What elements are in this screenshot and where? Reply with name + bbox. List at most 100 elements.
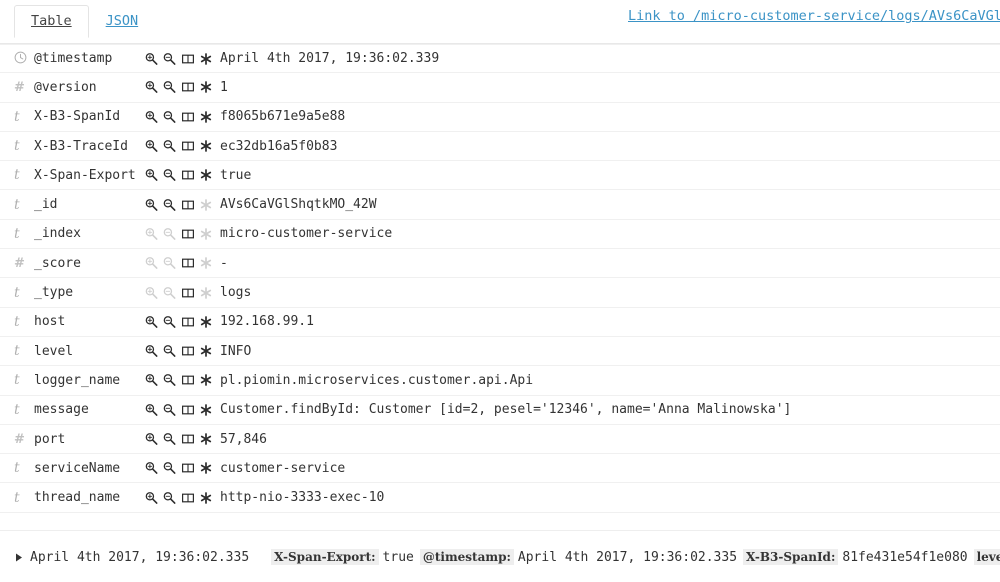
exists-filter-icon — [198, 226, 213, 241]
field-value: true — [220, 167, 252, 183]
document-permalink[interactable]: Link to /micro-customer-service/logs/AVs… — [628, 7, 1000, 25]
toggle-column-icon[interactable] — [180, 285, 195, 300]
field-value: INFO — [220, 343, 252, 359]
field-value: - — [220, 255, 228, 271]
summary-field-value: April 4th 2017, 19:36:02.335 — [517, 550, 738, 565]
string-icon: t — [14, 167, 20, 184]
zoom-in-icon[interactable] — [144, 168, 159, 183]
caret-right-icon[interactable] — [8, 553, 30, 562]
zoom-in-icon[interactable] — [144, 344, 159, 359]
exists-filter-icon[interactable] — [198, 461, 213, 476]
zoom-in-icon — [144, 226, 159, 241]
exists-filter-icon[interactable] — [198, 432, 213, 447]
zoom-out-icon[interactable] — [162, 109, 177, 124]
toggle-column-icon[interactable] — [180, 109, 195, 124]
document-summary-bar: April 4th 2017, 19:36:02.335 X-Span-Expo… — [0, 530, 1000, 582]
hash-icon: # — [14, 79, 25, 95]
zoom-out-icon[interactable] — [162, 490, 177, 505]
exists-filter-icon[interactable] — [198, 109, 213, 124]
field-actions — [144, 256, 220, 271]
zoom-out-icon[interactable] — [162, 314, 177, 329]
tab-table[interactable]: Table — [14, 5, 89, 38]
field-value: http-nio-3333-exec-10 — [220, 490, 385, 506]
table-row: t host 192.168.99.1 — [0, 308, 1000, 337]
exists-filter-icon[interactable] — [198, 168, 213, 183]
toggle-column-icon[interactable] — [180, 344, 195, 359]
exists-filter-icon[interactable] — [198, 80, 213, 95]
exists-filter-icon[interactable] — [198, 490, 213, 505]
exists-filter-icon — [198, 256, 213, 271]
zoom-in-icon[interactable] — [144, 80, 159, 95]
tab-json[interactable]: JSON — [89, 5, 156, 37]
table-row: t _index micro-customer-service — [0, 220, 1000, 250]
field-value: pl.piomin.microservices.customer.api.Api — [220, 372, 534, 388]
string-icon: t — [14, 284, 20, 301]
field-value: customer-service — [220, 460, 346, 476]
toggle-column-icon[interactable] — [180, 432, 195, 447]
exists-filter-icon[interactable] — [198, 344, 213, 359]
field-table: @timestamp April 4th 2017, 19:36:02.339 # @… — [0, 44, 1000, 513]
zoom-out-icon[interactable] — [162, 139, 177, 154]
zoom-in-icon[interactable] — [144, 373, 159, 388]
exists-filter-icon[interactable] — [198, 51, 213, 66]
zoom-out-icon[interactable] — [162, 51, 177, 66]
toggle-column-icon[interactable] — [180, 490, 195, 505]
zoom-out-icon[interactable] — [162, 168, 177, 183]
string-icon: t — [14, 138, 20, 155]
clock-icon — [0, 51, 34, 67]
zoom-in-icon[interactable] — [144, 432, 159, 447]
table-row: t message Customer.findById: Customer [id=… — [0, 396, 1000, 425]
zoom-out-icon[interactable] — [162, 80, 177, 95]
hash-icon: # — [14, 431, 25, 447]
zoom-in-icon[interactable] — [144, 139, 159, 154]
field-value: logs — [220, 285, 252, 301]
field-name: _id — [34, 197, 58, 213]
field-actions — [144, 490, 220, 505]
zoom-in-icon[interactable] — [144, 461, 159, 476]
zoom-in-icon[interactable] — [144, 197, 159, 212]
zoom-in-icon[interactable] — [144, 51, 159, 66]
field-actions — [144, 373, 220, 388]
zoom-out-icon[interactable] — [162, 461, 177, 476]
table-row[interactable]: April 4th 2017, 19:36:02.335 X-Span-Expo… — [0, 531, 1000, 582]
zoom-out-icon[interactable] — [162, 373, 177, 388]
toggle-column-icon[interactable] — [180, 197, 195, 212]
zoom-out-icon[interactable] — [162, 402, 177, 417]
toggle-column-icon[interactable] — [180, 256, 195, 271]
exists-filter-icon[interactable] — [198, 139, 213, 154]
toggle-column-icon[interactable] — [180, 51, 195, 66]
zoom-out-icon[interactable] — [162, 197, 177, 212]
exists-filter-icon[interactable] — [198, 373, 213, 388]
table-row: t thread_name http-nio-3333-exec-10 — [0, 483, 1000, 513]
toggle-column-icon[interactable] — [180, 373, 195, 388]
zoom-in-icon[interactable] — [144, 402, 159, 417]
string-icon: t — [14, 372, 20, 389]
zoom-in-icon[interactable] — [144, 314, 159, 329]
zoom-in-icon[interactable] — [144, 490, 159, 505]
zoom-in-icon[interactable] — [144, 109, 159, 124]
toggle-column-icon[interactable] — [180, 461, 195, 476]
toggle-column-icon[interactable] — [180, 139, 195, 154]
field-value: ec32db16a5f0b83 — [220, 138, 338, 154]
table-row: t X-B3-SpanId f8065b671e9a5e88 — [0, 103, 1000, 132]
exists-filter-icon[interactable] — [198, 402, 213, 417]
zoom-out-icon[interactable] — [162, 432, 177, 447]
detail-header: Table JSON Link to /micro-customer-servi… — [0, 0, 1000, 44]
string-icon: t — [14, 313, 20, 330]
toggle-column-icon[interactable] — [180, 314, 195, 329]
zoom-out-icon — [162, 285, 177, 300]
exists-filter-icon[interactable] — [198, 314, 213, 329]
summary-field-key: leve — [973, 549, 1000, 565]
field-name: _index — [34, 226, 81, 242]
field-value: 192.168.99.1 — [220, 314, 314, 330]
field-actions — [144, 139, 220, 154]
field-actions — [144, 80, 220, 95]
summary-field-key: X-Span-Export: — [271, 549, 379, 565]
field-actions — [144, 402, 220, 417]
field-name: logger_name — [34, 372, 121, 388]
toggle-column-icon[interactable] — [180, 226, 195, 241]
toggle-column-icon[interactable] — [180, 80, 195, 95]
zoom-out-icon[interactable] — [162, 344, 177, 359]
toggle-column-icon[interactable] — [180, 402, 195, 417]
toggle-column-icon[interactable] — [180, 168, 195, 183]
